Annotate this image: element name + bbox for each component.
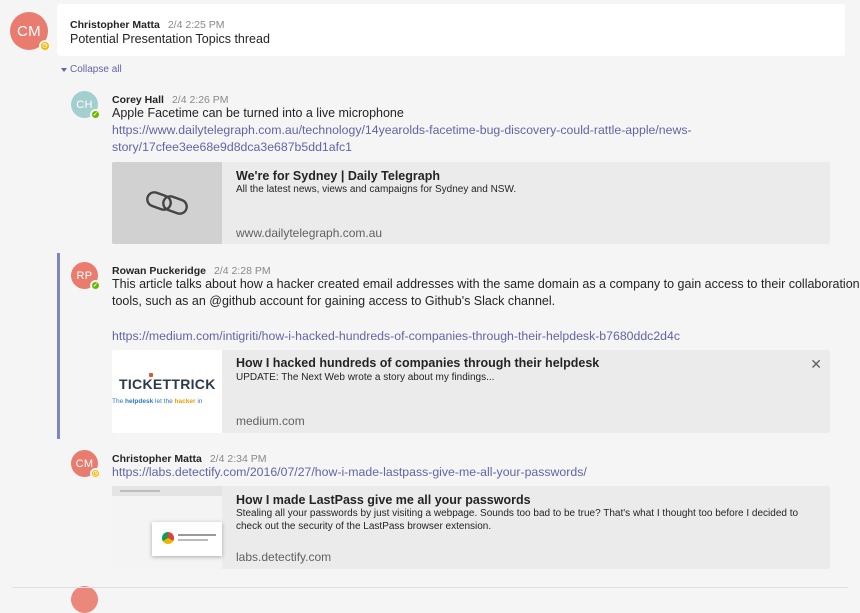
avatar[interactable]: CM ◷ (10, 12, 51, 52)
preview-thumbnail: TICKETTRICK The helpdesk let the hacker … (112, 350, 222, 433)
preview-domain: medium.com (236, 414, 305, 428)
author-name[interactable]: Corey Hall (112, 94, 164, 106)
preview-description: Stealing all your passwords by just visi… (236, 508, 799, 532)
browser-bar-line (120, 490, 160, 492)
avatar[interactable] (71, 586, 98, 613)
message-link[interactable]: https://medium.com/intigriti/how-i-hacke… (112, 329, 680, 343)
preview-title[interactable]: How I made LastPass give me all your pas… (236, 493, 531, 507)
available-status-icon: ✓ (90, 280, 101, 291)
link-preview-card[interactable]: TICKETTRICK The helpdesk let the hacker … (112, 350, 830, 433)
message-text: Apple Facetime can be turned into a live… (112, 106, 404, 120)
link-icon (146, 191, 188, 215)
preview-domain: www.dailytelegraph.com.au (236, 226, 383, 240)
collapse-all-label: Collapse all (70, 64, 122, 75)
chrome-icon (162, 532, 174, 544)
away-status-icon: ◷ (39, 40, 51, 52)
tickettrick-tagline: The helpdesk let the hacker in (112, 398, 203, 405)
author-name[interactable]: Christopher Matta (70, 19, 160, 31)
message-header: Christopher Matta 2/4 2:25 PM (70, 15, 224, 33)
timestamp: 2/4 2:28 PM (213, 265, 271, 277)
avatar-initials: RP (76, 269, 93, 282)
message-text: Potential Presentation Topics thread (70, 32, 270, 46)
message-text-line-2: tools, such as an @github account for ga… (112, 294, 556, 308)
author-name[interactable]: Christopher Matta (112, 453, 202, 465)
root-message-card: Christopher Matta 2/4 2:25 PM Potential P… (57, 4, 845, 56)
avatar-initials: CH (76, 98, 93, 111)
timestamp: 2/4 2:25 PM (167, 19, 225, 31)
author-name[interactable]: Rowan Puckeridge (112, 265, 206, 277)
message-link-continued[interactable]: story/17cfee3ee68e9d8dca3e687b5dd1afc1 (112, 140, 352, 154)
tickettrick-logo: TICKETTRICK (119, 376, 216, 392)
selection-indicator (57, 253, 60, 439)
avatar-initials: CM (75, 457, 94, 470)
logo-accent (149, 373, 153, 377)
preview-description: All the latest news, views and campaigns… (236, 184, 517, 195)
preview-title[interactable]: We're for Sydney | Daily Telegraph (236, 169, 440, 183)
avatar[interactable]: CM ◷ (71, 450, 101, 479)
away-status-icon: ◷ (90, 468, 101, 479)
preview-thumbnail (112, 486, 222, 569)
timestamp: 2/4 2:34 PM (209, 453, 267, 465)
dialog-line (178, 539, 208, 541)
preview-domain: labs.detectify.com (236, 550, 332, 564)
message-link[interactable]: https://www.dailytelegraph.com.au/techno… (112, 123, 692, 137)
chevron-down-icon (61, 67, 67, 72)
message-link[interactable]: https://labs.detectify.com/2016/07/27/ho… (112, 465, 587, 479)
avatar-initials: CM (17, 22, 41, 40)
message-text-line-1: This article talks about how a hacker cr… (112, 277, 860, 291)
dialog-shape (152, 522, 222, 556)
preview-thumbnail (112, 162, 222, 244)
avatar[interactable]: CH ✓ (71, 91, 101, 120)
preview-title[interactable]: How I hacked hundreds of companies throu… (236, 356, 599, 370)
avatar[interactable]: RP ✓ (71, 262, 101, 291)
dialog-line (178, 534, 216, 536)
available-status-icon: ✓ (90, 109, 101, 120)
preview-description: UPDATE: The Next Web wrote a story about… (236, 372, 495, 383)
collapse-all-button[interactable]: Collapse all (61, 64, 122, 75)
link-preview-card[interactable]: How I made LastPass give me all your pas… (112, 486, 830, 569)
link-preview-card[interactable]: We're for Sydney | Daily Telegraph All t… (112, 162, 830, 244)
divider (12, 587, 848, 588)
timestamp: 2/4 2:26 PM (171, 94, 229, 106)
close-icon[interactable]: ✕ (810, 356, 822, 373)
